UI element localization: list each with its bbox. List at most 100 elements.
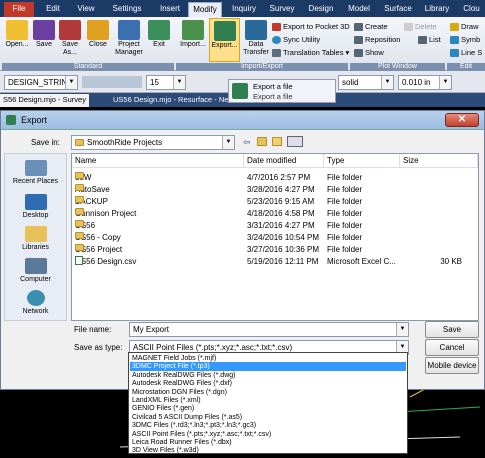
folder-icon (75, 172, 84, 179)
reposition-button[interactable]: Reposition (354, 35, 400, 45)
doc-tab-survey[interactable]: S56 Design.mjo - Survey (0, 94, 89, 107)
tooltip-title: Export a file (253, 82, 293, 91)
view-menu-icon[interactable] (287, 136, 303, 147)
save-type-option[interactable]: 3D View Files (*.w3d) (130, 446, 406, 455)
tab-insert[interactable]: Insert (154, 2, 186, 17)
file-cell-type: File folder (327, 244, 399, 256)
save-type-label: Save as type: (74, 343, 123, 352)
delete-button[interactable]: Delete (404, 22, 437, 32)
file-type: File folder (327, 185, 363, 194)
place-recent-label: Recent Places (12, 178, 59, 185)
file-row[interactable]: Gunnison Project 4/18/2016 4:58 PM File fo… (72, 208, 478, 220)
tab-library[interactable]: Library (420, 2, 454, 17)
sync-utility-label: Sync Utility (283, 35, 321, 44)
place-network[interactable]: Network (5, 290, 66, 315)
exit-icon (148, 20, 170, 40)
lineweight-select[interactable]: 0.010 in ▼ (398, 75, 452, 90)
draw-button[interactable]: Draw (450, 22, 479, 32)
save-button[interactable]: Save (33, 20, 55, 49)
tab-survey[interactable]: Survey (266, 2, 298, 17)
data-transfer-button[interactable]: Data Transfer (242, 20, 270, 57)
up-folder-icon[interactable] (257, 137, 267, 146)
new-folder-icon[interactable] (272, 137, 282, 146)
layer-select[interactable]: DESIGN_STRING ▼ (4, 75, 78, 90)
file-name-input[interactable]: My Export ▼ (129, 322, 409, 337)
file-date: 3/27/2016 10:36 PM (247, 245, 320, 254)
file-cell-name: US56 (75, 220, 243, 232)
file-list[interactable]: Name Date modified Type Size 35W 4/7/2016… (71, 153, 479, 321)
sync-utility-button[interactable]: Sync Utility (272, 35, 320, 45)
doc-tab-resurface[interactable]: US56 Design.mjo - Resurface - New (110, 94, 237, 107)
save-button[interactable]: Save (425, 321, 479, 338)
export-pocket3d-label: Export to Pocket 3D (283, 22, 350, 31)
place-computer[interactable]: Computer (5, 258, 66, 283)
line-style-button[interactable]: Line S (450, 48, 482, 58)
create-icon (354, 23, 363, 32)
place-desktop[interactable]: Desktop (5, 194, 66, 219)
column-name[interactable]: Name (72, 154, 244, 168)
tab-file[interactable]: File (4, 2, 34, 17)
place-computer-label: Computer (20, 276, 51, 283)
tab-cloud[interactable]: Clou (458, 2, 485, 17)
tab-edit[interactable]: Edit (40, 2, 66, 17)
save-in-select[interactable]: SmoothRide Projects ▼ (71, 135, 235, 150)
folder-icon (75, 196, 84, 203)
close-button[interactable]: Close (86, 20, 110, 49)
project-manager-icon (118, 20, 140, 40)
export-dialog: Export ✕ Save in: SmoothRide Projects ▼ ⇦… (0, 110, 485, 390)
file-row[interactable]: AutoSave 3/28/2016 4:27 PM File folder (72, 184, 478, 196)
import-button[interactable]: Import... (178, 20, 208, 49)
file-cell-type: File folder (327, 172, 399, 184)
close-button[interactable]: ✕ (445, 113, 479, 127)
file-row[interactable]: US56 Project 3/27/2016 10:36 PM File folde… (72, 244, 478, 256)
export-button[interactable]: Export... (209, 18, 240, 62)
file-row[interactable]: BACKUP 5/23/2016 9:15 AM File folder (72, 196, 478, 208)
file-row[interactable]: 35W 4/7/2016 2:57 PM File folder (72, 172, 478, 184)
save-as-button[interactable]: Save As... (58, 20, 82, 57)
file-cell-type: File folder (327, 208, 399, 220)
tab-inquiry[interactable]: Inquiry (226, 2, 262, 17)
column-date[interactable]: Date modified (244, 154, 324, 168)
export-icon (213, 21, 236, 41)
file-cell-type: File folder (327, 196, 399, 208)
open-button[interactable]: Open... (4, 20, 30, 49)
place-libraries[interactable]: Libraries (5, 226, 66, 251)
project-manager-button[interactable]: Project Manager (112, 20, 146, 57)
file-row[interactable]: US56 3/31/2016 4:27 PM File folder (72, 220, 478, 232)
column-type[interactable]: Type (324, 154, 400, 168)
file-cell-type: File folder (327, 184, 399, 196)
tab-model[interactable]: Model (344, 2, 374, 17)
export-pocket3d-button[interactable]: Export to Pocket 3D (272, 22, 350, 32)
translation-tables-button[interactable]: Translation Tables ▾ (272, 48, 349, 58)
width-select[interactable]: 15 ▼ (146, 75, 186, 90)
exit-button[interactable]: Exit (148, 20, 170, 49)
dialog-titlebar[interactable]: Export ✕ (1, 111, 484, 130)
file-cell-date: 5/23/2016 9:15 AM (247, 196, 323, 208)
tab-surface[interactable]: Surface (380, 2, 416, 17)
create-button[interactable]: Create (354, 22, 388, 32)
draw-label: Draw (461, 22, 479, 31)
back-icon[interactable]: ⇦ (243, 137, 251, 148)
file-type: File folder (327, 173, 363, 182)
cancel-button[interactable]: Cancel (425, 339, 479, 356)
tab-settings[interactable]: Settings (106, 2, 148, 17)
group-import-export: Import/Export (176, 63, 348, 71)
place-recent[interactable]: Recent Places (5, 160, 66, 185)
file-row[interactable]: US56 - Copy 3/24/2016 10:54 PM File folder (72, 232, 478, 244)
save-type-dropdown[interactable]: MAGNET Field Jobs (*.mjf) 3DMC Project Fi… (128, 352, 408, 454)
file-cell-date: 4/7/2016 2:57 PM (247, 172, 323, 184)
tab-view[interactable]: View (72, 2, 100, 17)
show-button[interactable]: Show (354, 48, 384, 58)
file-row[interactable]: US56 Design.csv 5/19/2016 12:11 PM Microso… (72, 256, 478, 268)
place-desktop-label: Desktop (22, 212, 49, 219)
desktop-icon (24, 194, 47, 210)
tab-design[interactable]: Design (304, 2, 338, 17)
linetype-select[interactable]: solid ▼ (338, 75, 394, 90)
mobile-device-button[interactable]: Mobile device (425, 357, 479, 374)
column-size[interactable]: Size (400, 154, 478, 168)
symbol-button[interactable]: Symb (450, 35, 480, 45)
style-buttons[interactable] (82, 76, 142, 88)
tab-modify[interactable]: Modify (188, 2, 222, 17)
list-button[interactable]: List (418, 35, 441, 45)
chevron-down-icon: ▼ (381, 76, 393, 89)
